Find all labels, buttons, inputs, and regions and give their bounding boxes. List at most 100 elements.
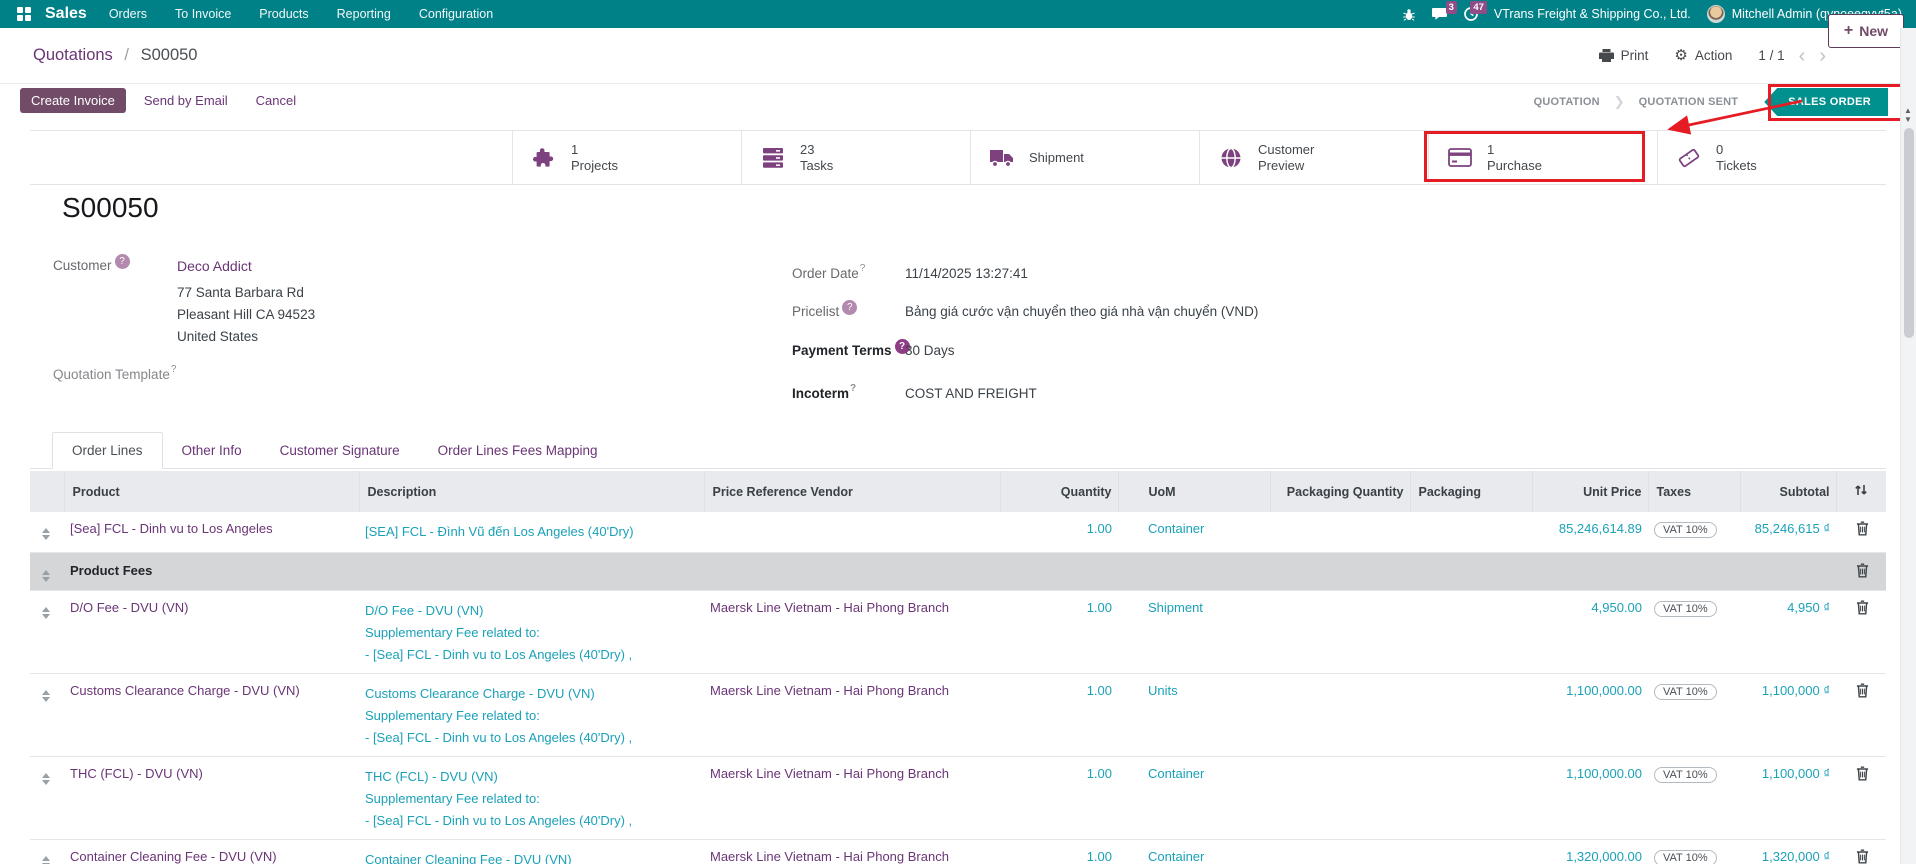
tax-badge[interactable]: VAT 10% [1654, 684, 1717, 700]
uom-link[interactable]: Shipment [1148, 600, 1203, 615]
incoterm-value[interactable]: COST AND FREIGHT [905, 386, 1037, 401]
quantity-column-header[interactable]: Quantity [1000, 471, 1118, 512]
description-cell[interactable]: THC (FCL) - DVU (VN)Supplementary Fee re… [359, 756, 704, 839]
description-cell[interactable]: D/O Fee - DVU (VN)Supplementary Fee rela… [359, 590, 704, 673]
drag-handle-icon[interactable] [42, 686, 50, 706]
taxes-column-header[interactable]: Taxes [1648, 471, 1740, 512]
tab-order-lines[interactable]: Order Lines [52, 432, 163, 469]
packaging-quantity-cell[interactable] [1270, 512, 1410, 552]
debug-bug-icon[interactable] [1402, 8, 1416, 21]
menu-to-invoice[interactable]: To Invoice [175, 7, 231, 21]
subtotal-column-header[interactable]: Subtotal [1740, 471, 1836, 512]
send-by-email-button[interactable]: Send by Email [134, 88, 238, 113]
pricelist-value[interactable]: Bảng giá cước vận chuyển theo giá nhà vậ… [905, 304, 1258, 319]
delete-row-icon[interactable] [1856, 563, 1869, 581]
stat-button-customer-preview[interactable]: CustomerPreview [1199, 131, 1428, 184]
delete-row-icon[interactable] [1856, 849, 1869, 864]
cancel-button[interactable]: Cancel [246, 88, 306, 113]
order-line-row[interactable]: D/O Fee - DVU (VN) D/O Fee - DVU (VN)Supp… [30, 590, 1886, 673]
drag-handle-icon[interactable] [42, 769, 50, 789]
vendor-link[interactable]: Maersk Line Vietnam - Hai Phong Branch [710, 600, 949, 615]
packaging-cell[interactable] [1410, 590, 1532, 673]
app-name[interactable]: Sales [45, 5, 87, 23]
unit-price-cell[interactable]: 1,320,000.00 [1532, 839, 1648, 864]
help-question-icon[interactable]: ? [842, 300, 857, 315]
uom-link[interactable]: Units [1148, 683, 1178, 698]
apps-menu-icon[interactable] [17, 7, 32, 22]
unit-price-column-header[interactable]: Unit Price [1532, 471, 1648, 512]
stat-button-tasks[interactable]: 23Tasks [741, 131, 970, 184]
packaging-quantity-column-header[interactable]: Packaging Quantity [1270, 471, 1410, 512]
drag-handle-icon[interactable] [42, 603, 50, 623]
scrollbar-arrows-icon[interactable]: ▲▼ [1904, 106, 1912, 124]
stage-quotation[interactable]: QUOTATION [1520, 96, 1614, 108]
scrollbar-thumb[interactable] [1904, 128, 1914, 338]
unit-price-cell[interactable]: 1,100,000.00 [1532, 673, 1648, 756]
stat-button-purchase[interactable]: 1Purchase [1428, 131, 1657, 184]
order-line-row[interactable]: Container Cleaning Fee - DVU (VN) Contain… [30, 839, 1886, 864]
packaging-cell[interactable] [1410, 673, 1532, 756]
activities-clock-icon[interactable]: 47 [1464, 7, 1478, 21]
menu-configuration[interactable]: Configuration [419, 7, 493, 21]
quantity-cell[interactable]: 1.00 [1000, 590, 1118, 673]
tax-badge[interactable]: VAT 10% [1654, 767, 1717, 783]
packaging-column-header[interactable]: Packaging [1410, 471, 1532, 512]
company-switcher[interactable]: VTrans Freight & Shipping Co., Ltd. [1494, 7, 1691, 21]
breadcrumb-quotations[interactable]: Quotations [33, 46, 113, 64]
uom-column-header[interactable]: UoM [1118, 471, 1270, 512]
create-invoice-button[interactable]: Create Invoice [20, 88, 126, 113]
product-link[interactable]: THC (FCL) - DVU (VN) [70, 766, 203, 781]
quantity-cell[interactable]: 1.00 [1000, 673, 1118, 756]
uom-link[interactable]: Container [1148, 766, 1204, 781]
new-button[interactable]: + New [1828, 14, 1904, 48]
vendor-column-header[interactable]: Price Reference Vendor [704, 471, 1000, 512]
drag-handle-icon[interactable] [42, 852, 50, 864]
drag-handle-icon[interactable] [42, 566, 50, 586]
product-link[interactable]: D/O Fee - DVU (VN) [70, 600, 188, 615]
quantity-cell[interactable]: 1.00 [1000, 756, 1118, 839]
messages-icon[interactable]: 3 [1432, 7, 1448, 21]
delete-row-icon[interactable] [1856, 766, 1869, 784]
tax-badge[interactable]: VAT 10% [1654, 601, 1717, 617]
menu-reporting[interactable]: Reporting [337, 7, 391, 21]
delete-row-icon[interactable] [1856, 600, 1869, 618]
menu-products[interactable]: Products [259, 7, 308, 21]
product-link[interactable]: [Sea] FCL - Dinh vu to Los Angeles [70, 521, 273, 536]
menu-orders[interactable]: Orders [109, 7, 147, 21]
tab-customer-signature[interactable]: Customer Signature [261, 433, 419, 468]
tax-badge[interactable]: VAT 10% [1654, 522, 1717, 538]
uom-link[interactable]: Container [1148, 521, 1204, 536]
quantity-cell[interactable]: 1.00 [1000, 839, 1118, 864]
tax-badge[interactable]: VAT 10% [1654, 850, 1717, 864]
stat-button-projects[interactable]: 1Projects [512, 131, 741, 184]
uom-link[interactable]: Container [1148, 849, 1204, 864]
unit-price-cell[interactable]: 85,246,614.89 [1532, 512, 1648, 552]
optional-columns-icon[interactable] [1836, 471, 1886, 512]
product-column-header[interactable]: Product [64, 471, 359, 512]
order-line-row[interactable]: Customs Clearance Charge - DVU (VN)Custo… [30, 673, 1886, 756]
help-question-icon[interactable]: ? [115, 254, 130, 269]
packaging-quantity-cell[interactable] [1270, 839, 1410, 864]
description-cell[interactable]: Container Cleaning Fee - DVU (VN) [359, 839, 704, 864]
packaging-quantity-cell[interactable] [1270, 590, 1410, 673]
vertical-scrollbar[interactable]: ▲▼ [1900, 28, 1916, 864]
unit-price-cell[interactable]: 4,950.00 [1532, 590, 1648, 673]
delete-row-icon[interactable] [1856, 683, 1869, 701]
stat-button-shipment[interactable]: Shipment [970, 131, 1199, 184]
stage-quotation-sent[interactable]: QUOTATION SENT [1625, 96, 1753, 108]
customer-value[interactable]: Deco Addict [177, 258, 252, 274]
product-link[interactable]: Container Cleaning Fee - DVU (VN) [70, 849, 277, 864]
vendor-link[interactable]: Maersk Line Vietnam - Hai Phong Branch [710, 849, 949, 864]
pager-previous-icon[interactable]: ‹ [1799, 46, 1806, 66]
tab-order-lines-fees-mapping[interactable]: Order Lines Fees Mapping [419, 433, 617, 468]
pager-next-icon[interactable]: › [1819, 46, 1826, 66]
packaging-cell[interactable] [1410, 839, 1532, 864]
section-row[interactable]: Product Fees [30, 552, 1886, 590]
order-line-row[interactable]: THC (FCL) - DVU (VN) THC (FCL) - DVU (VN)… [30, 756, 1886, 839]
delete-row-icon[interactable] [1856, 521, 1869, 539]
order-date-value[interactable]: 11/14/2025 13:27:41 [905, 266, 1028, 281]
packaging-quantity-cell[interactable] [1270, 673, 1410, 756]
packaging-cell[interactable] [1410, 756, 1532, 839]
quantity-cell[interactable]: 1.00 [1000, 512, 1118, 552]
description-cell[interactable]: [SEA] FCL - Đình Vũ đến Los Angeles (40'… [359, 512, 704, 552]
